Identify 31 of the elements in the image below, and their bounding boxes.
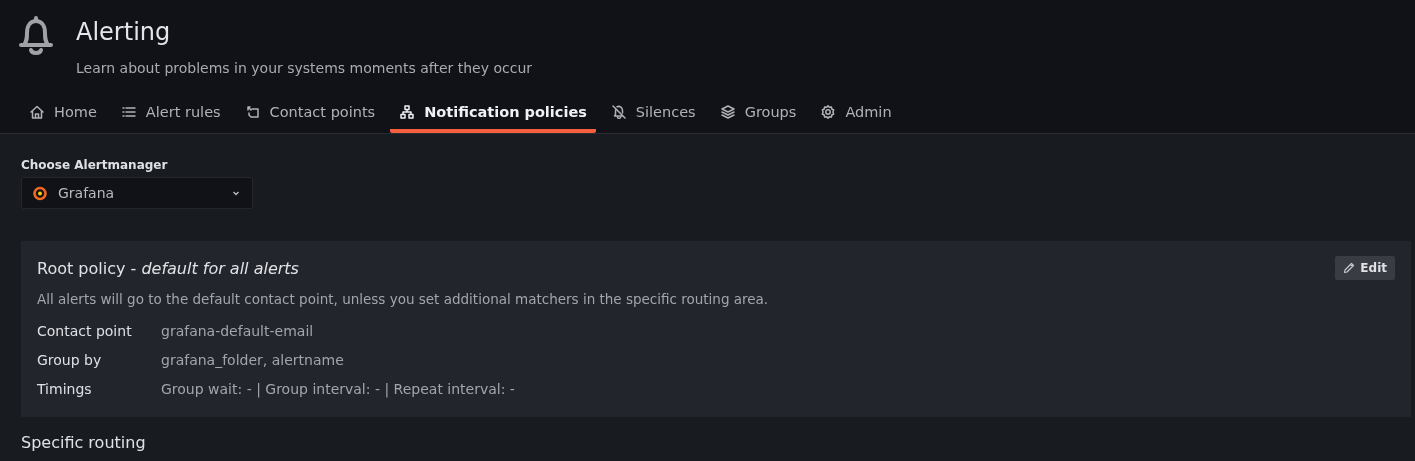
page-title: Alerting: [76, 18, 172, 46]
detail-label: Contact point: [37, 323, 133, 339]
gear-icon: [820, 104, 837, 120]
detail-value: Group wait: - | Group interval: - | Repeat interval: -: [161, 381, 516, 397]
bell-icon: [18, 14, 54, 56]
card-title: Root policy - default for all alerts: [37, 259, 299, 278]
detail-value: grafana_folder, alertname: [161, 352, 345, 368]
detail-label: Timings: [37, 381, 93, 397]
bell-slash-icon: [610, 104, 627, 120]
layers-icon: [719, 104, 736, 120]
tab[interactable]: Contact points: [235, 98, 385, 133]
edit-button[interactable]: Edit: [1335, 256, 1395, 280]
home-icon: [29, 104, 45, 120]
list-icon: [120, 104, 137, 120]
field-label: Choose Alertmanager: [21, 158, 169, 172]
hierarchy-icon: [399, 104, 416, 120]
tab[interactable]: Silences: [601, 98, 705, 133]
logo-icon: [32, 185, 48, 201]
tab[interactable]: Groups: [710, 98, 806, 133]
pencil-icon: [1343, 262, 1356, 274]
detail-value: grafana-default-email: [161, 323, 315, 339]
contact-point-icon: [244, 104, 261, 120]
tab[interactable]: Admin: [811, 98, 901, 133]
alertmanager-select[interactable]: Grafana: [21, 177, 253, 209]
card-description: All alerts will go to the default contact point, unless you set additional matchers in the specific routing area.: [37, 291, 770, 307]
section-title: Specific routing: [21, 433, 147, 452]
tab[interactable]: Home: [20, 98, 106, 133]
detail-label: Group by: [37, 352, 103, 368]
page-subtitle: Learn about problems in your systems moments after they occur: [76, 60, 533, 76]
tab[interactable]: Notification policies: [390, 98, 596, 133]
tab[interactable]: Alert rules: [111, 98, 230, 133]
